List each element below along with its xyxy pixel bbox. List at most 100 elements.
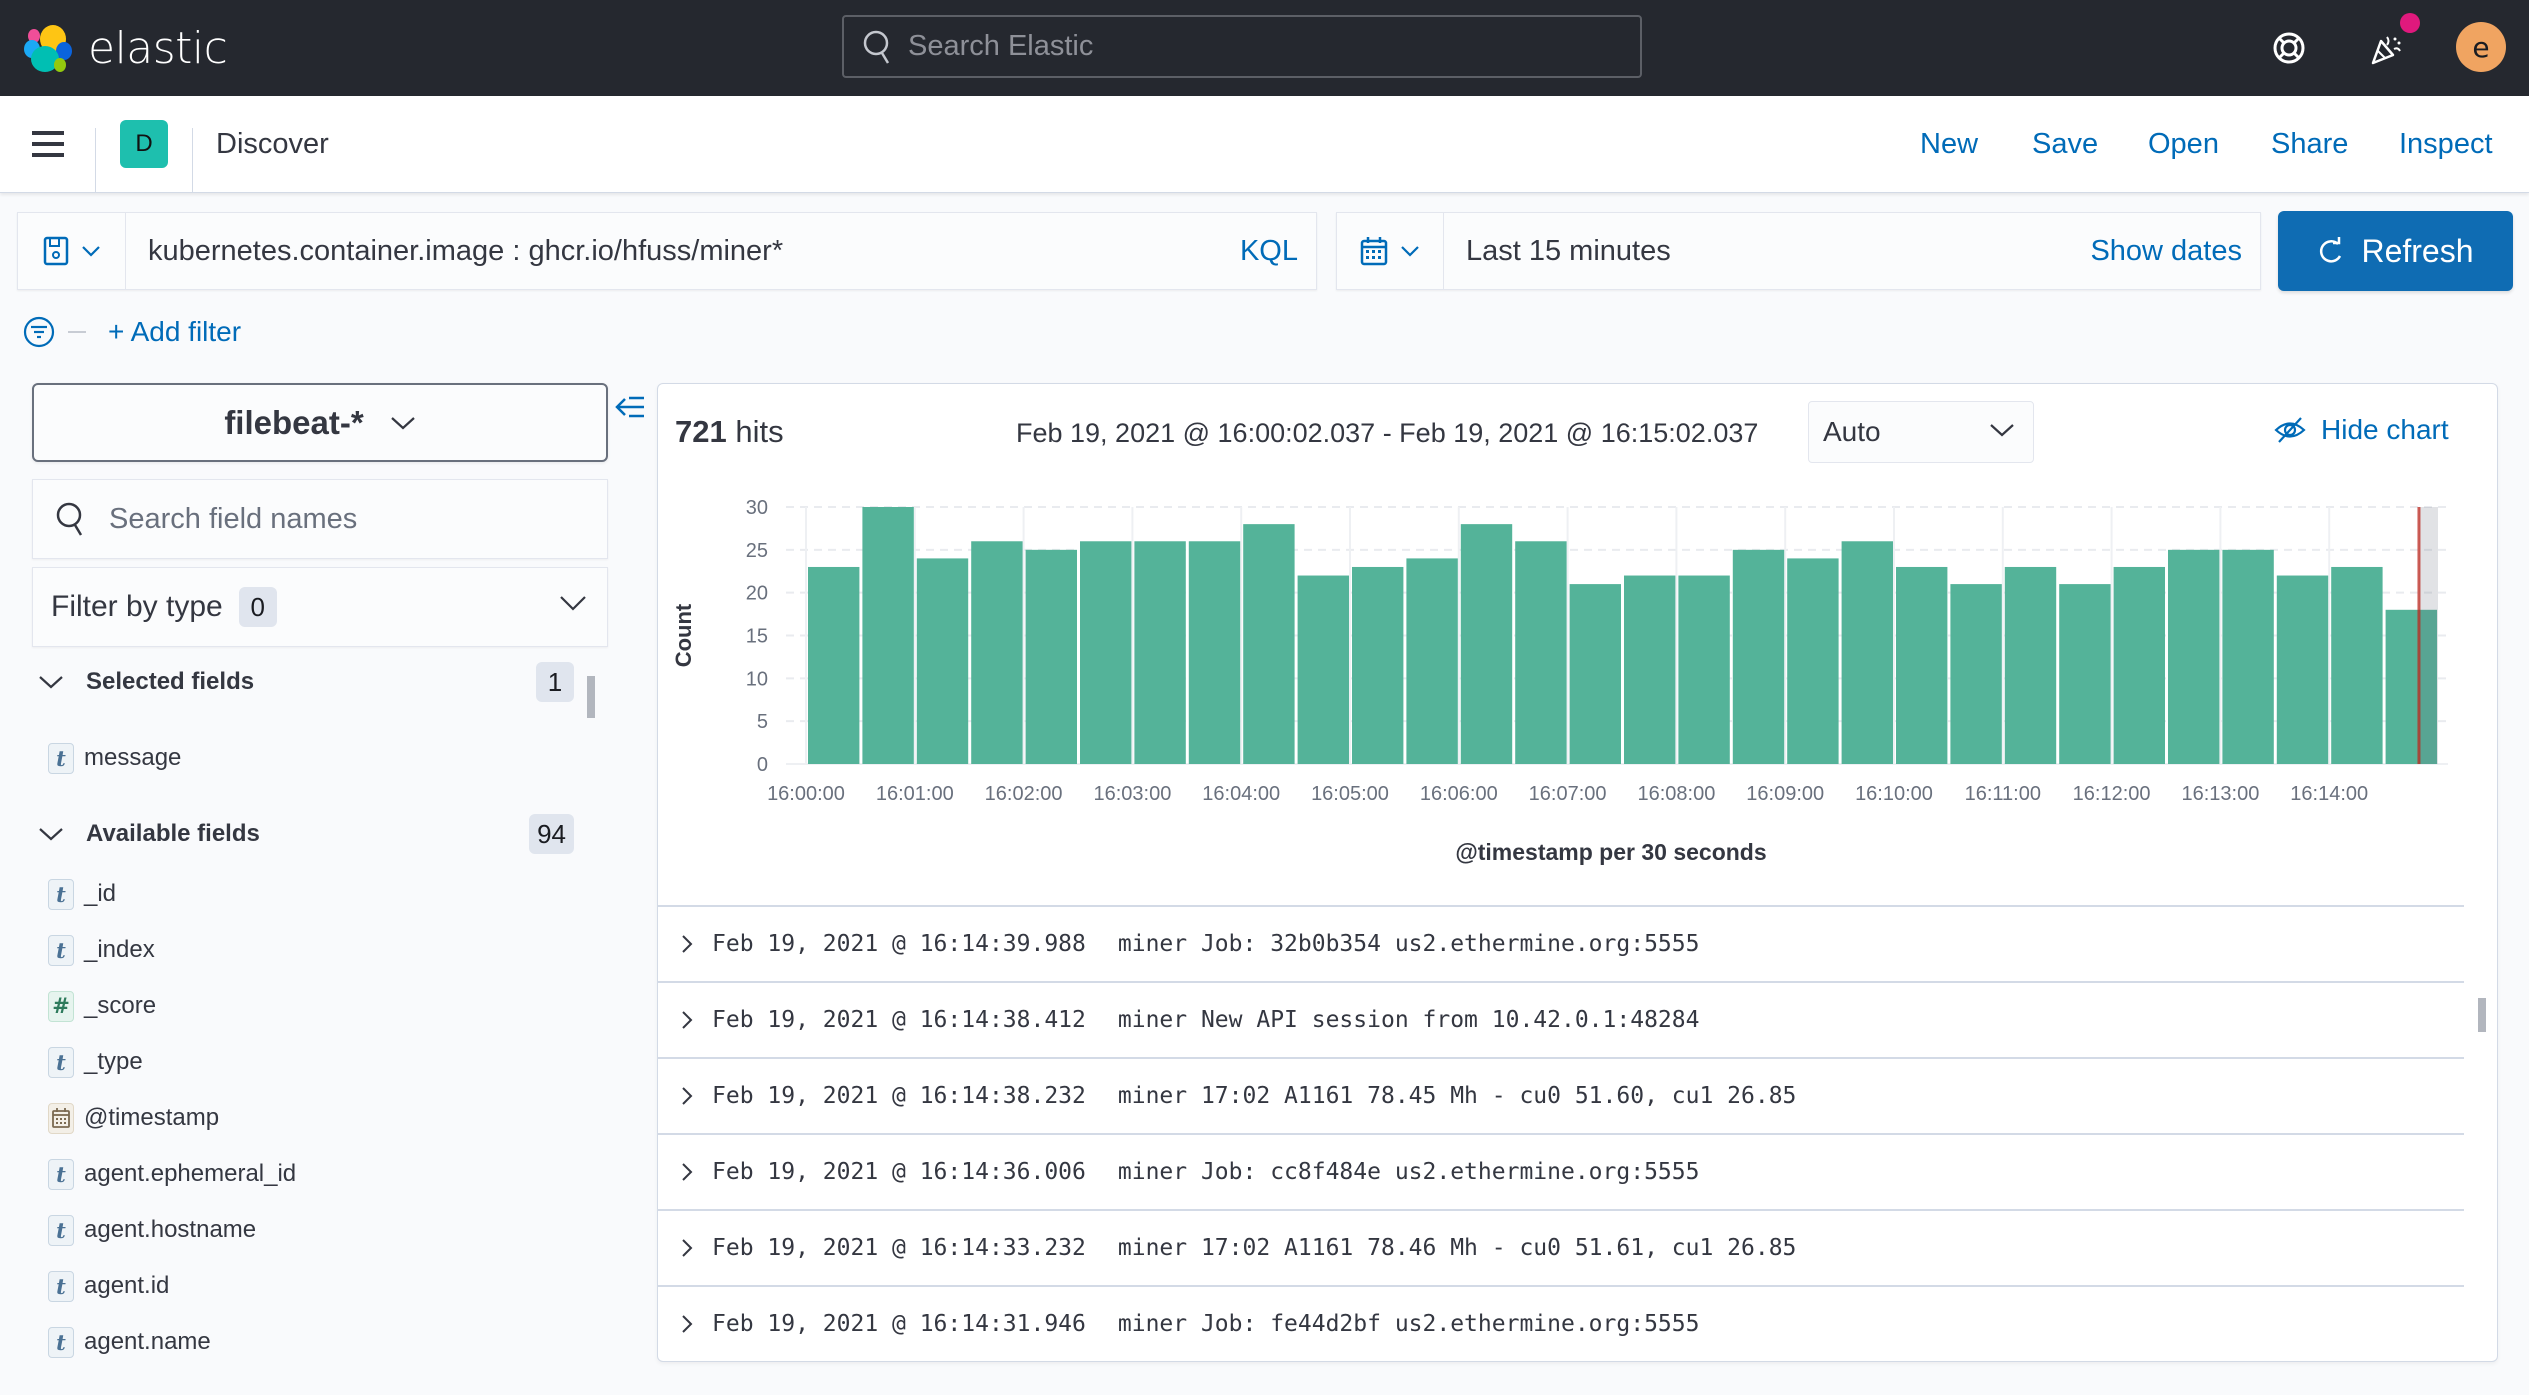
field-item[interactable]: t _id [48,877,116,911]
field-item-message[interactable]: t message [48,741,181,775]
expand-row-button[interactable] [672,1313,702,1335]
x-tick-label: 16:05:00 [1311,783,1389,805]
field-name: _index [84,936,155,963]
histogram-bar[interactable] [862,507,914,764]
inspect-button[interactable]: Inspect [2399,128,2493,161]
expand-row-button[interactable] [672,1161,702,1183]
histogram-bar[interactable] [1188,541,1241,764]
histogram-bar[interactable] [1297,575,1349,764]
expand-row-button[interactable] [672,1085,702,1107]
field-item[interactable]: t _index [48,933,155,967]
document-row[interactable]: Feb 19, 2021 @ 16:14:39.988 miner Job: 32… [658,905,2464,981]
histogram-bar[interactable] [1950,584,2002,764]
menu-toggle-button[interactable] [18,121,78,167]
histogram-bar[interactable] [1406,558,1458,764]
histogram-bar[interactable] [1460,524,1513,764]
add-filter-button[interactable]: + Add filter [108,316,241,348]
global-search-field[interactable] [842,15,1642,78]
field-item[interactable]: t agent.name [48,1325,211,1359]
document-timestamp: Feb 19, 2021 @ 16:14:31.946 [712,1311,1086,1337]
show-dates-button[interactable]: Show dates [2090,235,2260,268]
histogram-bar[interactable] [1841,541,1893,764]
histogram-bar[interactable] [1732,549,1785,764]
histogram-bar[interactable] [1515,541,1567,764]
histogram-bar[interactable] [1569,584,1621,764]
expand-row-button[interactable] [672,1237,702,1259]
field-item[interactable]: t agent.hostname [48,1213,256,1247]
newsfeed-button[interactable] [2362,24,2410,72]
histogram-bar[interactable] [1134,541,1186,764]
histogram-bar[interactable] [1678,575,1730,764]
document-row[interactable]: Feb 19, 2021 @ 16:14:31.946 miner Job: fe… [658,1285,2464,1361]
document-row[interactable]: Feb 19, 2021 @ 16:14:36.006 miner Job: cc… [658,1133,2464,1209]
histogram-bar[interactable] [2059,584,2111,764]
query-input[interactable] [126,213,1240,289]
y-tick-label: 15 [746,626,768,648]
histogram-bar[interactable] [1025,549,1077,764]
global-search-input[interactable] [908,30,1608,63]
interval-select[interactable]: Auto [1808,401,2034,463]
histogram-bar[interactable] [2276,575,2329,764]
save-button[interactable]: Save [2032,128,2098,161]
document-message: miner 17:02 A1161 78.45 Mh - cu0 51.60, … [1117,1083,1797,1109]
refresh-button[interactable]: Refresh [2278,211,2513,291]
field-item[interactable]: # _score [48,989,156,1023]
share-button[interactable]: Share [2271,128,2348,161]
space-avatar[interactable]: D [120,120,168,168]
chevron-down-icon [390,416,415,429]
hamburger-icon-line [32,142,64,146]
x-tick-label: 16:13:00 [2181,783,2259,805]
histogram-bar[interactable] [916,558,969,764]
field-item[interactable]: t agent.id [48,1269,169,1303]
document-row[interactable]: Feb 19, 2021 @ 16:14:38.412 miner New API… [658,981,2464,1057]
query-language-switcher[interactable]: KQL [1240,235,1316,268]
expand-row-button[interactable] [672,1009,702,1031]
available-fields-toggle[interactable]: Available fields 94 [38,814,578,854]
sidebar-scrollbar[interactable] [587,676,595,718]
field-search[interactable] [32,479,608,559]
field-item[interactable]: @timestamp [48,1101,219,1135]
chevron-right-icon [682,935,693,953]
histogram-bar[interactable] [2331,566,2383,764]
hits-label: hits [735,414,784,449]
results-scrollbar[interactable] [2478,998,2486,1032]
saved-queries-button[interactable] [18,213,126,289]
selected-fields-toggle[interactable]: Selected fields 1 [38,662,578,702]
open-button[interactable]: Open [2148,128,2219,161]
x-tick-label: 16:04:00 [1202,783,1280,805]
histogram-bar[interactable] [971,541,1023,764]
divider [68,331,86,333]
field-search-input[interactable] [109,502,589,536]
y-tick-label: 0 [757,754,768,776]
collapse-sidebar-icon[interactable] [614,390,648,424]
filter-options-icon[interactable] [22,315,56,349]
histogram-bar[interactable] [1787,558,1839,764]
histogram-bar[interactable] [1352,566,1404,764]
histogram-bar[interactable] [1624,575,1676,764]
histogram-bar[interactable] [808,566,860,764]
help-button[interactable] [2265,24,2313,72]
histogram-bar[interactable] [2113,566,2165,764]
histogram-bar[interactable] [2004,566,2057,764]
calendar-icon [52,1108,70,1128]
histogram-bar[interactable] [1896,566,1948,764]
histogram-bar[interactable] [1080,541,1132,764]
document-row[interactable]: Feb 19, 2021 @ 16:14:38.232 miner 17:02 A… [658,1057,2464,1133]
histogram-bar[interactable] [2168,549,2220,764]
divider [192,128,193,193]
histogram-bar[interactable] [1243,524,1295,764]
time-range-label[interactable]: Last 15 minutes [1444,235,2090,268]
histogram-bar[interactable] [2222,549,2274,764]
expand-row-button[interactable] [672,933,702,955]
document-row[interactable]: Feb 19, 2021 @ 16:14:33.232 miner 17:02 A… [658,1209,2464,1285]
elastic-logo[interactable]: elastic [22,22,228,74]
filter-by-type-dropdown[interactable]: Filter by type 0 [32,567,608,647]
index-pattern-selector[interactable]: filebeat-* [32,383,608,462]
user-avatar[interactable]: e [2456,22,2506,72]
new-button[interactable]: New [1920,128,1978,161]
hide-chart-button[interactable]: Hide chart [2273,414,2449,446]
quick-select-button[interactable] [1337,213,1444,289]
field-item[interactable]: t _type [48,1045,143,1079]
field-item[interactable]: t agent.ephemeral_id [48,1157,296,1191]
y-tick-label: 30 [746,497,768,519]
